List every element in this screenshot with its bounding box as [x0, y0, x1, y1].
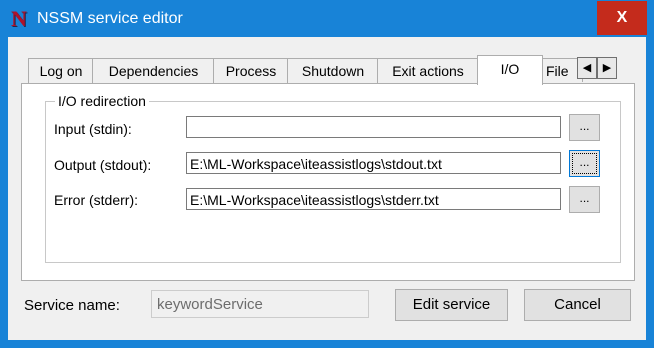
- service-name-label: Service name:: [24, 297, 120, 314]
- tab-scroll-right-button[interactable]: ▶: [597, 57, 617, 79]
- window-title: NSSM service editor: [37, 10, 183, 27]
- tab-log-on[interactable]: Log on: [28, 58, 94, 83]
- input-stdin-label: Input (stdin):: [54, 121, 132, 137]
- output-stdout-browse-button[interactable]: ...: [569, 150, 600, 177]
- io-redirection-group: I/O redirection Input (stdin): ... Outpu…: [45, 92, 621, 263]
- nssm-service-editor-window: N NSSM service editor X Log on Dependenc…: [0, 0, 654, 348]
- service-name-field: keywordService: [151, 290, 369, 318]
- error-stderr-field[interactable]: E:\ML-Workspace\iteassistlogs\stderr.txt: [186, 188, 561, 210]
- tab-shutdown[interactable]: Shutdown: [287, 58, 379, 83]
- edit-service-button[interactable]: Edit service: [395, 289, 508, 321]
- tab-exit-actions[interactable]: Exit actions: [377, 58, 479, 83]
- input-stdin-field[interactable]: [186, 116, 561, 138]
- output-stdout-label: Output (stdout):: [54, 157, 152, 173]
- title-bar[interactable]: N NSSM service editor X: [1, 1, 653, 37]
- tab-dependencies[interactable]: Dependencies: [92, 58, 215, 83]
- tab-scroll-left-button[interactable]: ◀: [577, 57, 597, 79]
- io-tab-panel: I/O redirection Input (stdin): ... Outpu…: [21, 83, 635, 281]
- io-redirection-group-title: I/O redirection: [55, 92, 149, 110]
- input-stdin-browse-button[interactable]: ...: [569, 114, 600, 141]
- dialog-client-area: Log on Dependencies Process Shutdown Exi…: [8, 37, 646, 340]
- nssm-app-icon: N: [11, 6, 27, 31]
- tab-io[interactable]: I/O: [477, 55, 543, 85]
- tab-process[interactable]: Process: [213, 58, 289, 83]
- error-stderr-label: Error (stderr):: [54, 192, 138, 208]
- error-stderr-browse-button[interactable]: ...: [569, 186, 600, 213]
- output-stdout-field[interactable]: E:\ML-Workspace\iteassistlogs\stdout.txt: [186, 152, 561, 174]
- close-button[interactable]: X: [597, 1, 647, 35]
- cancel-button[interactable]: Cancel: [524, 289, 631, 321]
